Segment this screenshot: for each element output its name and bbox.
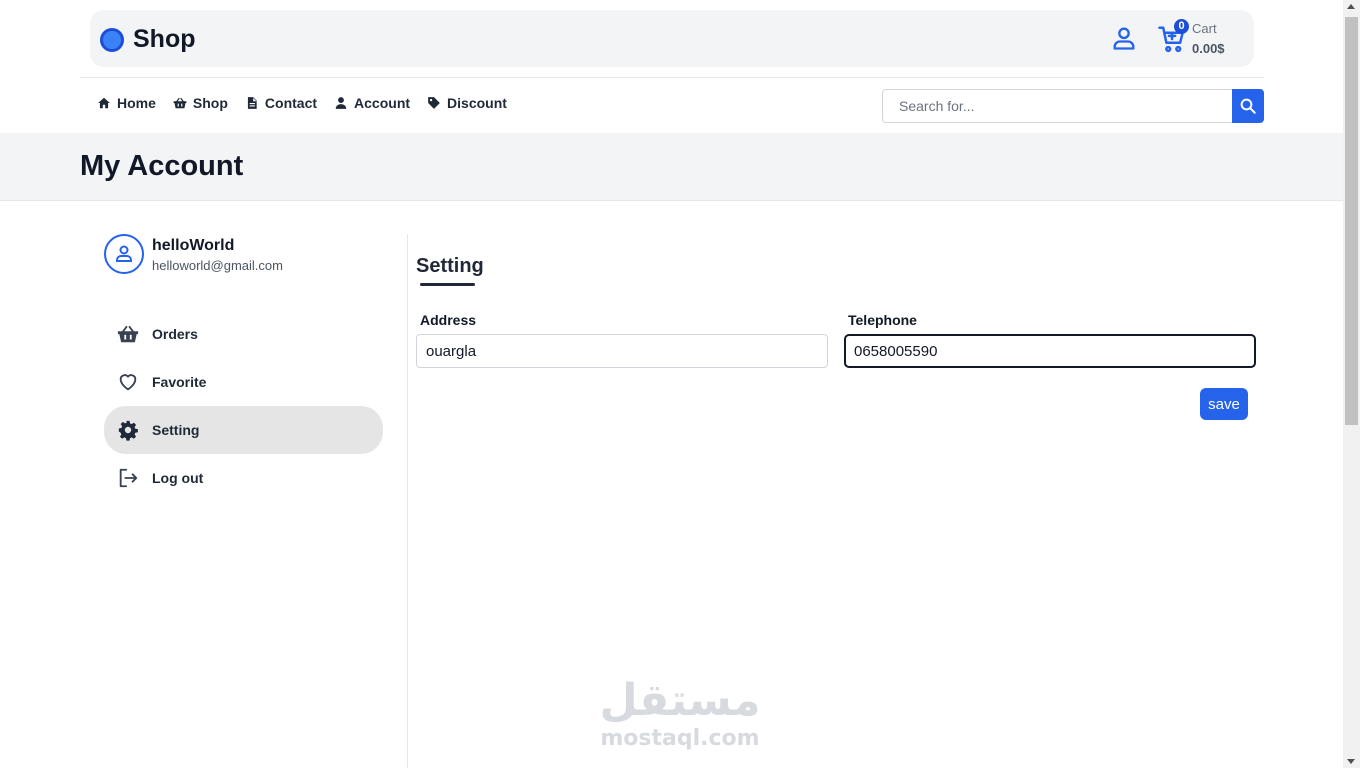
gear-icon <box>118 420 138 441</box>
basket-icon <box>117 325 139 343</box>
page-title: My Account <box>80 150 244 182</box>
nav-item-home[interactable]: Home <box>97 95 156 111</box>
nav-item-label: Account <box>354 95 411 111</box>
page-viewport: Shop 0 Cart 0.00$ Home Shop Contact Acco… <box>0 0 1343 768</box>
menu-item-label: Favorite <box>152 374 207 390</box>
menu-item-label: Orders <box>152 326 198 342</box>
menu-item-label: Setting <box>152 422 200 438</box>
basket-icon <box>173 97 187 109</box>
menu-item-setting[interactable]: Setting <box>104 406 383 454</box>
scroll-up-arrow-icon[interactable] <box>1347 4 1355 9</box>
search-input[interactable] <box>882 89 1232 123</box>
watermark-arabic: مستقل <box>599 675 761 726</box>
section-title: Setting <box>416 255 484 277</box>
avatar <box>104 234 144 274</box>
logo-circle-icon <box>100 27 124 52</box>
page-title-band: My Account <box>0 133 1343 201</box>
address-field[interactable] <box>416 334 828 368</box>
user-icon[interactable] <box>1110 24 1138 52</box>
menu-item-favorite[interactable]: Favorite <box>104 358 383 406</box>
logout-icon <box>119 468 138 488</box>
tag-icon <box>428 97 440 109</box>
profile-summary: helloWorld helloworld@gmail.com <box>104 234 283 274</box>
nav-item-shop[interactable]: Shop <box>173 95 228 111</box>
cart-total: 0.00$ <box>1192 41 1225 56</box>
watermark-latin: mostaql.com <box>600 726 760 751</box>
menu-item-label: Log out <box>152 470 204 486</box>
profile-email: helloworld@gmail.com <box>152 258 283 273</box>
content-divider <box>407 234 408 768</box>
search-icon <box>1240 98 1256 114</box>
telephone-label: Telephone <box>848 312 917 328</box>
search-bar <box>882 89 1264 123</box>
nav-item-account[interactable]: Account <box>334 95 410 111</box>
scroll-down-arrow-icon[interactable] <box>1347 759 1355 764</box>
heart-icon <box>119 374 137 391</box>
cart-button[interactable]: 0 Cart 0.00$ <box>1157 18 1247 60</box>
header-divider <box>80 77 1264 78</box>
user-icon <box>335 97 347 109</box>
nav-item-label: Contact <box>264 95 318 111</box>
user-icon <box>116 245 132 262</box>
nav-item-label: Home <box>117 95 156 111</box>
cart-count-badge: 0 <box>1174 19 1189 34</box>
scrollbar-thumb[interactable] <box>1345 17 1358 425</box>
save-button[interactable]: save <box>1200 388 1248 420</box>
profile-name: helloWorld <box>152 237 235 254</box>
brand-name: Shop <box>133 25 196 53</box>
address-label: Address <box>420 312 477 328</box>
top-header: Shop 0 Cart 0.00$ <box>90 10 1254 67</box>
section-title-underline <box>420 283 475 286</box>
logo[interactable]: Shop <box>100 25 196 54</box>
menu-item-orders[interactable]: Orders <box>104 310 383 358</box>
search-button[interactable] <box>1232 89 1264 123</box>
nav-item-label: Shop <box>192 95 228 111</box>
page-scrollbar[interactable] <box>1343 0 1360 768</box>
nav-item-label: Discount <box>447 95 507 111</box>
main-nav: Home Shop Contact Account Discount <box>97 95 524 111</box>
account-menu: Orders Favorite Setting Log out <box>104 310 383 502</box>
nav-item-contact[interactable]: Contact <box>245 95 317 111</box>
watermark-logo: مستقل mostaql.com <box>597 675 763 751</box>
cart-label: Cart <box>1192 21 1217 36</box>
menu-item-logout[interactable]: Log out <box>104 454 383 502</box>
telephone-field[interactable] <box>844 334 1256 368</box>
home-icon <box>98 97 110 109</box>
document-icon <box>247 97 257 109</box>
nav-item-discount[interactable]: Discount <box>427 95 507 111</box>
